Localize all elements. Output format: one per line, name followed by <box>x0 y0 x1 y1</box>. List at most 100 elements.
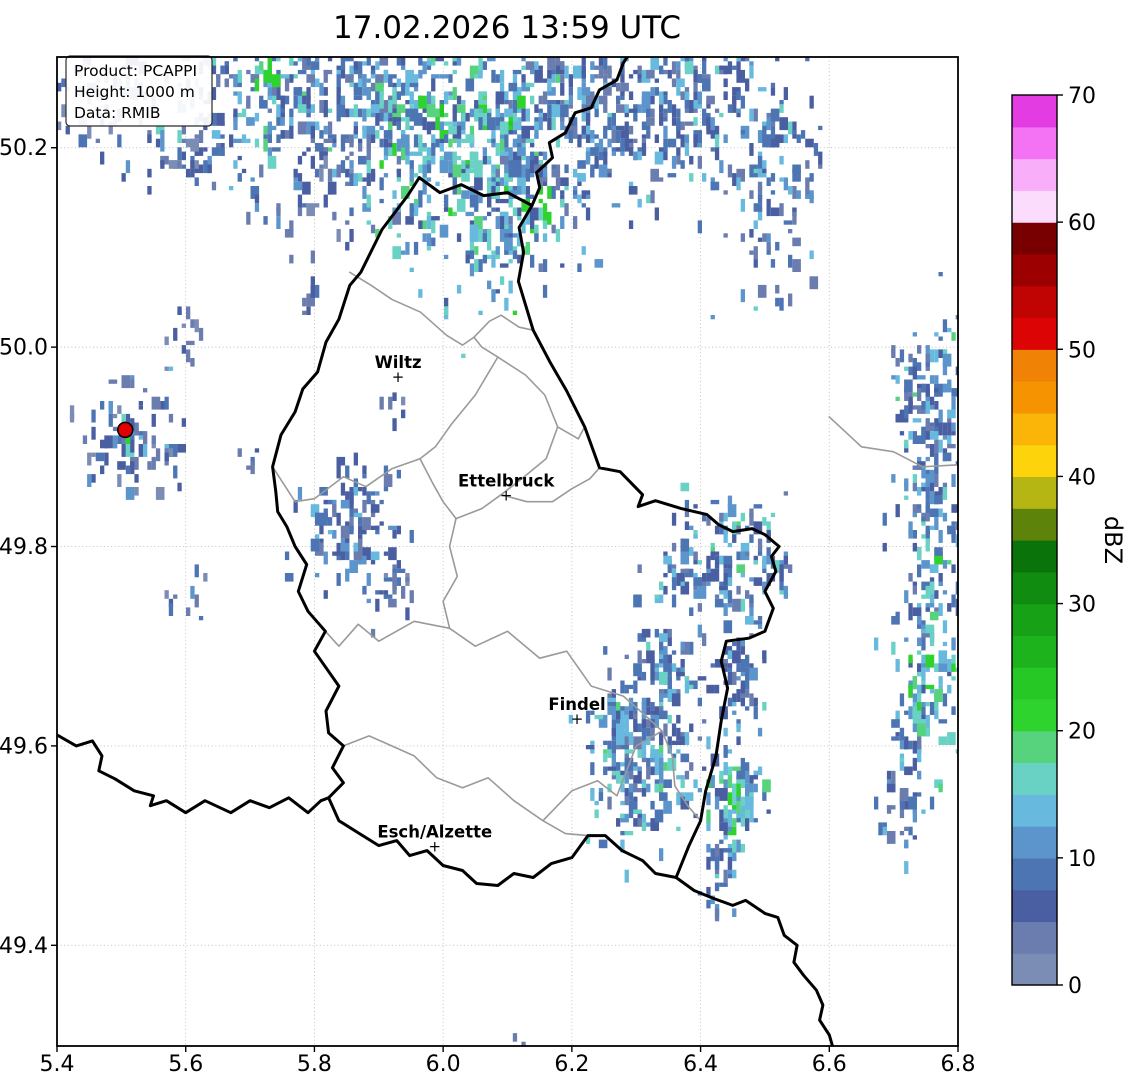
echo-cell <box>284 573 294 582</box>
echo-cell <box>891 770 896 784</box>
echo-cell <box>770 207 780 217</box>
echo-cell <box>736 839 741 853</box>
echo-cell <box>444 91 449 105</box>
echo-cell <box>358 155 367 165</box>
echo-cell <box>297 104 307 113</box>
echo-cell <box>654 671 659 677</box>
echo-cell <box>934 667 939 672</box>
echo-cell <box>198 147 204 156</box>
echo-cell <box>624 138 629 148</box>
echo-cell <box>663 138 668 152</box>
echo-cell <box>921 383 926 393</box>
echo-cell <box>409 91 414 100</box>
echo-cell <box>745 770 750 784</box>
echo-cell <box>513 1046 517 1059</box>
echo-cell <box>306 306 311 315</box>
echo-cell <box>925 530 930 535</box>
echo-cell <box>796 190 801 199</box>
echo-cell <box>770 108 780 122</box>
echo-cell <box>740 95 745 109</box>
echo-cell <box>426 194 432 204</box>
echo-cell <box>753 306 758 311</box>
echo-cell <box>495 254 500 260</box>
echo-cell <box>706 573 715 582</box>
echo-cell <box>353 95 363 100</box>
echo-cell <box>349 525 354 535</box>
echo-cell <box>547 82 552 92</box>
echo-cell <box>719 839 724 844</box>
echo-cell <box>766 117 771 131</box>
echo-cell <box>594 155 599 169</box>
echo-cell <box>702 74 711 79</box>
colorbar-segment <box>1012 667 1057 700</box>
echo-cell <box>676 117 681 126</box>
echo-cell <box>448 138 453 148</box>
echo-cell <box>396 177 401 182</box>
echo-cell <box>942 560 948 569</box>
echo-cell <box>749 667 758 681</box>
echo-cell <box>444 254 449 260</box>
echo-cell <box>917 749 922 763</box>
echo-cell <box>413 241 419 255</box>
echo-cell <box>194 594 199 608</box>
echo-cell <box>517 207 522 217</box>
echo-cell <box>908 826 913 836</box>
echo-cell <box>456 155 462 161</box>
echo-cell <box>745 818 750 831</box>
echo-cell <box>366 491 371 505</box>
echo-cell <box>637 78 642 83</box>
echo-cell <box>689 607 694 616</box>
echo-cell <box>267 155 277 169</box>
echo-cell <box>345 108 350 118</box>
echo-cell <box>723 745 728 758</box>
echo-cell <box>616 723 625 737</box>
echo-cell <box>396 525 401 535</box>
echo-cell <box>547 100 556 105</box>
echo-cell <box>375 61 380 70</box>
echo-cell <box>938 530 943 543</box>
echo-cell <box>370 104 380 113</box>
echo-cell <box>383 594 393 599</box>
echo-cell <box>431 220 436 234</box>
echo-cell <box>525 61 535 70</box>
echo-cell <box>912 542 917 552</box>
echo-cell <box>917 770 922 780</box>
echo-cell <box>422 220 427 229</box>
echo-cell <box>762 160 767 169</box>
echo-cell <box>947 422 952 436</box>
echo-cell <box>190 319 195 328</box>
echo-cell <box>383 551 389 556</box>
echo-cell <box>753 203 763 212</box>
echo-cell <box>942 590 948 595</box>
echo-cell <box>560 216 565 229</box>
echo-cell <box>396 568 406 573</box>
echo-cell <box>517 186 522 195</box>
echo-cell <box>345 465 350 479</box>
echo-cell <box>899 809 905 819</box>
echo-cell <box>929 564 939 573</box>
echo-cell <box>401 134 410 148</box>
echo-cell <box>323 69 333 75</box>
echo-cell <box>517 216 522 221</box>
echo-cell <box>482 61 487 70</box>
echo-cell <box>444 151 453 161</box>
echo-cell <box>272 74 281 88</box>
echo-cell <box>684 770 690 780</box>
echo-cell <box>659 177 664 182</box>
echo-cell <box>917 792 922 797</box>
echo-cell <box>392 530 397 539</box>
echo-cell <box>229 74 234 79</box>
echo-cell <box>396 577 401 586</box>
echo-cell <box>323 155 328 169</box>
echo-cell <box>736 736 741 745</box>
echo-cell <box>254 448 260 453</box>
echo-cell <box>448 125 457 135</box>
echo-cell <box>323 499 328 505</box>
echo-cell <box>319 151 324 161</box>
echo-cell <box>757 194 763 199</box>
echo-cell <box>422 164 427 178</box>
echo-cell <box>366 125 376 135</box>
colorbar-segment <box>1012 381 1057 414</box>
echo-cell <box>727 542 733 548</box>
echo-cell <box>173 465 178 479</box>
